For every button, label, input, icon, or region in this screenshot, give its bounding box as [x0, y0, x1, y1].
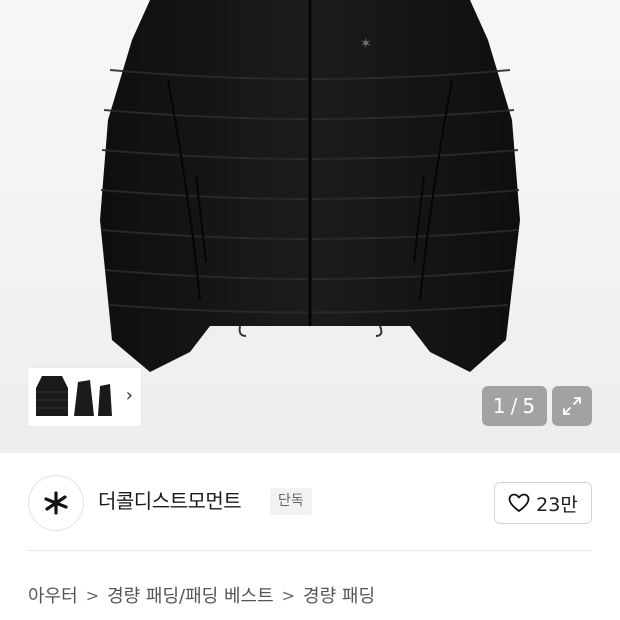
- expand-button[interactable]: [552, 386, 592, 426]
- thumbnail-front[interactable]: [32, 372, 72, 422]
- chevron-right-icon: >: [281, 585, 296, 605]
- exclusive-badge: 단독: [270, 488, 312, 515]
- expand-icon: [563, 397, 581, 415]
- svg-text:✶: ✶: [360, 36, 372, 52]
- thumbnail-side[interactable]: [72, 372, 96, 422]
- breadcrumb-item-outer[interactable]: 아우터: [28, 582, 78, 608]
- divider: [28, 550, 592, 551]
- thumbnail-strip[interactable]: ›: [28, 368, 141, 426]
- brand-name[interactable]: 더콜디스트모먼트: [98, 487, 242, 515]
- chevron-right-icon: >: [85, 585, 100, 605]
- counter-current: 1: [492, 394, 507, 418]
- heart-outline-icon: [508, 493, 530, 512]
- brand-logo[interactable]: [28, 475, 84, 531]
- chevron-right-icon[interactable]: ›: [126, 386, 133, 406]
- counter-total: 5: [522, 394, 537, 418]
- breadcrumb: 아우터 > 경량 패딩/패딩 베스트 > 경량 패딩: [28, 580, 375, 610]
- like-count: 23만: [536, 493, 578, 516]
- star-burst-logo-icon: [44, 491, 68, 515]
- brand-row: 더콜디스트모먼트 단독 23만: [0, 453, 620, 551]
- counter-separator: /: [510, 394, 519, 418]
- product-image-gallery[interactable]: ✶ › 1 / 5: [0, 0, 620, 453]
- breadcrumb-item-light-padding[interactable]: 경량 패딩: [303, 582, 375, 608]
- image-counter: 1 / 5: [482, 386, 547, 426]
- breadcrumb-item-light-padding-vest[interactable]: 경량 패딩/패딩 베스트: [107, 582, 274, 608]
- like-button[interactable]: 23만: [494, 482, 592, 524]
- thumbnail-back[interactable]: [96, 372, 114, 422]
